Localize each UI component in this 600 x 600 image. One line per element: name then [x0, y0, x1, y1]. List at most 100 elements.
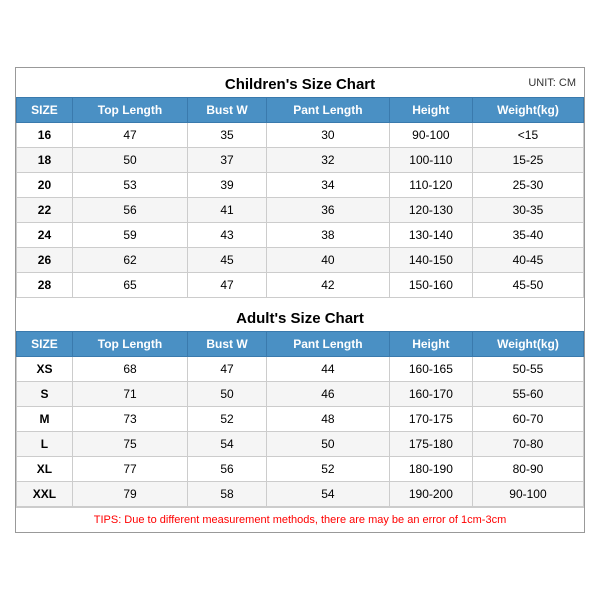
table-cell: M: [17, 407, 73, 432]
table-cell: 71: [72, 382, 187, 407]
table-cell: 24: [17, 223, 73, 248]
children-header-row: SIZE Top Length Bust W Pant Length Heigh…: [17, 98, 584, 123]
table-row: 22564136120-13030-35: [17, 198, 584, 223]
col-header-top-length-adult: Top Length: [72, 332, 187, 357]
table-cell: 50: [266, 432, 389, 457]
table-cell: 30: [266, 123, 389, 148]
table-row: 18503732100-11015-25: [17, 148, 584, 173]
col-header-weight-adult: Weight(kg): [472, 332, 583, 357]
adult-size-table: SIZE Top Length Bust W Pant Length Heigh…: [16, 331, 584, 507]
adult-header-row: SIZE Top Length Bust W Pant Length Heigh…: [17, 332, 584, 357]
table-cell: 16: [17, 123, 73, 148]
table-cell: 62: [72, 248, 187, 273]
table-cell: 45-50: [472, 273, 583, 298]
table-cell: 34: [266, 173, 389, 198]
table-cell: L: [17, 432, 73, 457]
table-cell: 54: [266, 482, 389, 507]
table-cell: 56: [72, 198, 187, 223]
col-header-size-adult: SIZE: [17, 332, 73, 357]
table-row: L755450175-18070-80: [17, 432, 584, 457]
table-cell: <15: [472, 123, 583, 148]
adult-section-title: Adult's Size Chart: [16, 302, 584, 331]
table-cell: 26: [17, 248, 73, 273]
tips-text: TIPS: Due to different measurement metho…: [16, 507, 584, 532]
table-cell: 77: [72, 457, 187, 482]
col-header-pant-length-adult: Pant Length: [266, 332, 389, 357]
table-cell: 48: [266, 407, 389, 432]
table-cell: 60-70: [472, 407, 583, 432]
unit-label: UNIT: CM: [528, 77, 576, 89]
table-row: 1647353090-100<15: [17, 123, 584, 148]
col-header-height-child: Height: [389, 98, 472, 123]
table-cell: 160-165: [389, 357, 472, 382]
table-cell: 20: [17, 173, 73, 198]
table-cell: 170-175: [389, 407, 472, 432]
table-cell: 36: [266, 198, 389, 223]
table-cell: 42: [266, 273, 389, 298]
table-cell: 50: [72, 148, 187, 173]
tips-content: TIPS: Due to different measurement metho…: [94, 514, 506, 526]
table-row: 26624540140-15040-45: [17, 248, 584, 273]
table-cell: 44: [266, 357, 389, 382]
table-cell: 53: [72, 173, 187, 198]
table-cell: 100-110: [389, 148, 472, 173]
table-cell: 73: [72, 407, 187, 432]
table-cell: 59: [72, 223, 187, 248]
table-cell: XS: [17, 357, 73, 382]
table-cell: 190-200: [389, 482, 472, 507]
table-cell: 47: [188, 357, 267, 382]
table-cell: 25-30: [472, 173, 583, 198]
col-header-size-child: SIZE: [17, 98, 73, 123]
table-cell: 46: [266, 382, 389, 407]
table-row: S715046160-17055-60: [17, 382, 584, 407]
table-cell: 18: [17, 148, 73, 173]
table-cell: 52: [266, 457, 389, 482]
table-cell: 41: [188, 198, 267, 223]
col-header-weight-child: Weight(kg): [472, 98, 583, 123]
table-cell: S: [17, 382, 73, 407]
children-title-text: Children's Size Chart: [225, 76, 375, 93]
table-row: 28654742150-16045-50: [17, 273, 584, 298]
table-cell: 32: [266, 148, 389, 173]
table-cell: 79: [72, 482, 187, 507]
table-cell: 70-80: [472, 432, 583, 457]
table-cell: 37: [188, 148, 267, 173]
table-cell: 140-150: [389, 248, 472, 273]
children-section-title: Children's Size Chart UNIT: CM: [16, 68, 584, 97]
table-cell: 50: [188, 382, 267, 407]
table-row: 20533934110-12025-30: [17, 173, 584, 198]
table-cell: 75: [72, 432, 187, 457]
table-cell: 35-40: [472, 223, 583, 248]
table-cell: 47: [188, 273, 267, 298]
table-cell: XXL: [17, 482, 73, 507]
table-cell: 58: [188, 482, 267, 507]
table-cell: 30-35: [472, 198, 583, 223]
table-row: XL775652180-19080-90: [17, 457, 584, 482]
children-size-table: SIZE Top Length Bust W Pant Length Heigh…: [16, 97, 584, 298]
table-row: XS684744160-16550-55: [17, 357, 584, 382]
table-cell: 80-90: [472, 457, 583, 482]
col-header-bust-w-adult: Bust W: [188, 332, 267, 357]
table-cell: 52: [188, 407, 267, 432]
table-cell: 50-55: [472, 357, 583, 382]
table-cell: 38: [266, 223, 389, 248]
table-cell: 56: [188, 457, 267, 482]
table-row: M735248170-17560-70: [17, 407, 584, 432]
table-row: XXL795854190-20090-100: [17, 482, 584, 507]
table-cell: 40: [266, 248, 389, 273]
table-cell: XL: [17, 457, 73, 482]
table-cell: 54: [188, 432, 267, 457]
col-header-pant-length-child: Pant Length: [266, 98, 389, 123]
table-cell: 160-170: [389, 382, 472, 407]
table-cell: 150-160: [389, 273, 472, 298]
table-cell: 175-180: [389, 432, 472, 457]
table-cell: 45: [188, 248, 267, 273]
table-cell: 90-100: [389, 123, 472, 148]
table-cell: 130-140: [389, 223, 472, 248]
table-cell: 55-60: [472, 382, 583, 407]
table-cell: 28: [17, 273, 73, 298]
table-cell: 90-100: [472, 482, 583, 507]
col-header-height-adult: Height: [389, 332, 472, 357]
table-cell: 180-190: [389, 457, 472, 482]
col-header-top-length-child: Top Length: [72, 98, 187, 123]
